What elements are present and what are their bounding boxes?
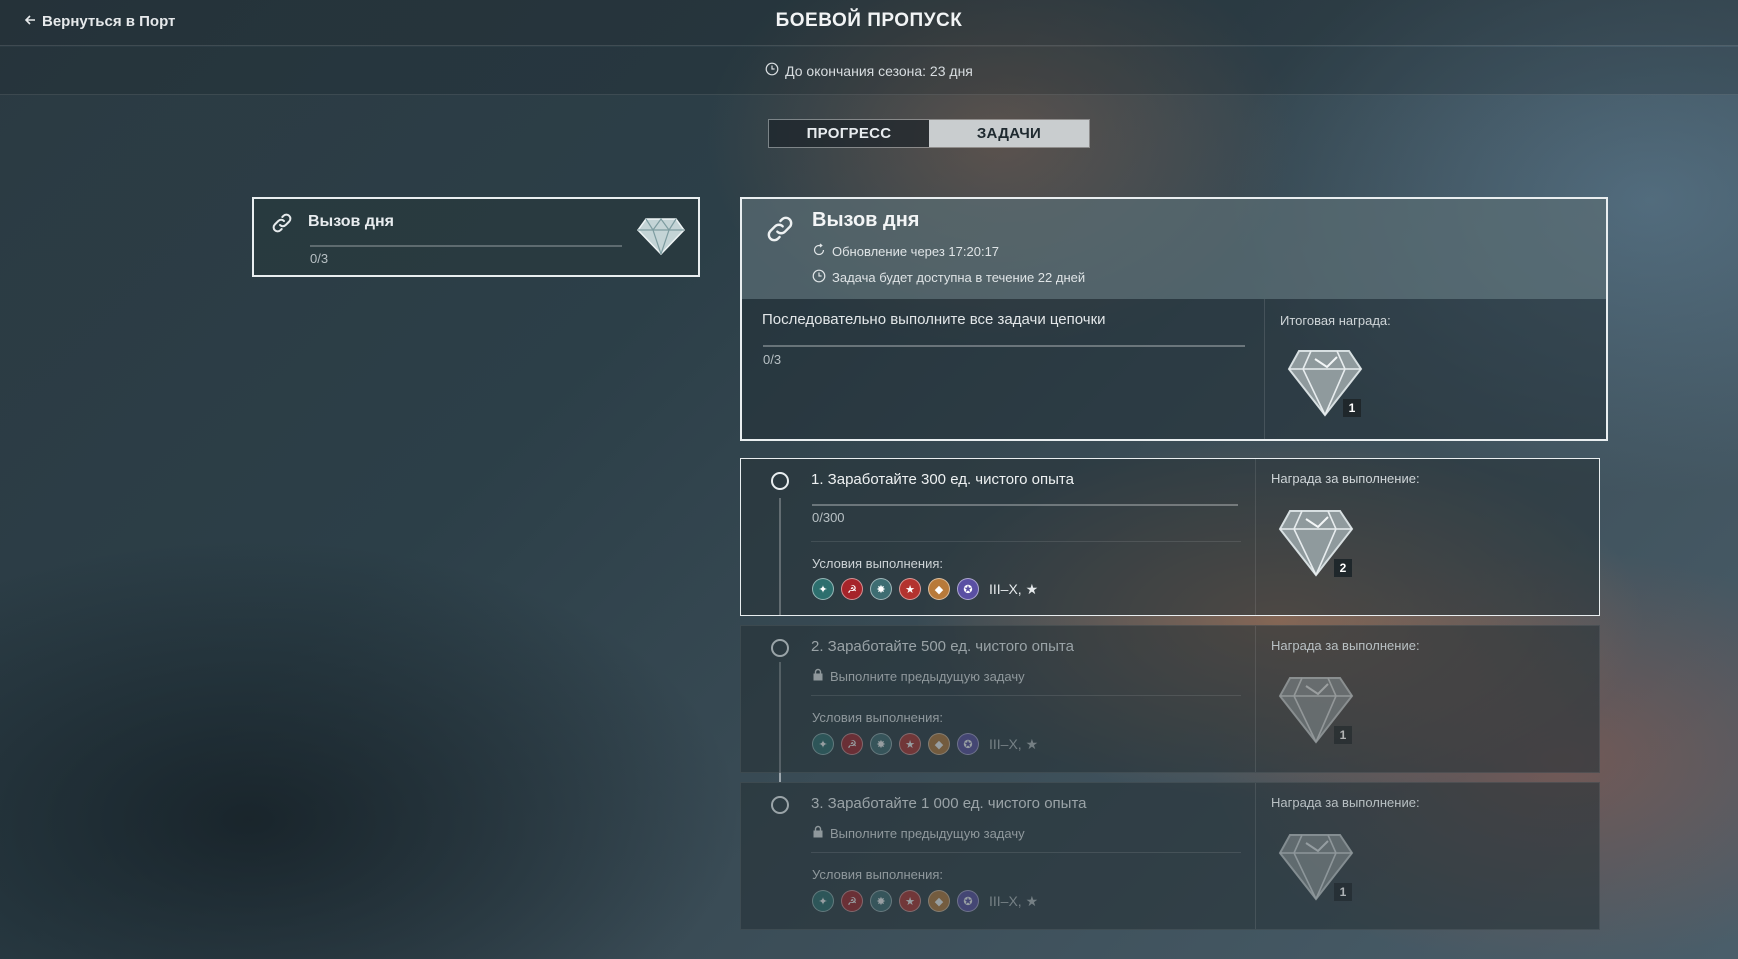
refresh-line: Обновление через 17:20:17 <box>812 243 999 260</box>
task-title: 1. Заработайте 300 ед. чистого опыта <box>811 471 1074 488</box>
lock-text: Выполните предыдущую задачу <box>830 825 1025 841</box>
reward-container-icon[interactable]: 1 <box>1276 831 1356 903</box>
challenge-card-progress-bar <box>310 245 622 247</box>
task-progress-bar <box>812 504 1238 506</box>
season-timer-text: До окончания сезона: 23 дня <box>785 62 973 79</box>
lock-icon <box>812 825 824 841</box>
availability-line: Задача будет доступна в течение 22 дней <box>812 269 1085 286</box>
tab-tasks[interactable]: ЗАДАЧИ <box>929 120 1089 147</box>
nation-usa-icon: ★ <box>899 578 921 600</box>
tier-range: III–X, ★ <box>989 735 1039 752</box>
reward-container-icon[interactable]: 1 <box>1276 674 1356 746</box>
reward-container-icon[interactable]: 1 <box>1285 347 1365 419</box>
tier-range: III–X, ★ <box>989 892 1039 909</box>
chain-link-icon <box>764 213 796 250</box>
task-title: 3. Заработайте 1 000 ед. чистого опыта <box>811 795 1087 812</box>
availability-text: Задача будет доступна в течение 22 дней <box>832 270 1086 285</box>
nation-pan-asia-icon: ✦ <box>812 890 834 912</box>
nation-commonwealth-icon: ✸ <box>870 890 892 912</box>
task-status-circle <box>771 472 789 490</box>
divider <box>811 695 1241 696</box>
diamond-icon <box>636 215 686 262</box>
detail-title: Вызов дня <box>812 209 920 231</box>
nation-europe-icon: ✪ <box>957 733 979 755</box>
objective-progress: 0/3 <box>763 352 782 367</box>
nation-pan-asia-icon: ✦ <box>812 733 834 755</box>
task-title: 2. Заработайте 500 ед. чистого опыта <box>811 638 1074 655</box>
challenge-card-progress: 0/3 <box>310 251 329 266</box>
refresh-icon <box>812 243 826 260</box>
task-status-circle <box>771 796 789 814</box>
task-item[interactable]: 3. Заработайте 1 000 ед. чистого опыта В… <box>740 782 1600 930</box>
task-reward: Награда за выполнение: 2 <box>1255 459 1599 615</box>
reward-count: 1 <box>1343 399 1361 417</box>
lock-icon <box>812 668 824 684</box>
final-reward: Итоговая награда: 1 <box>1264 299 1606 439</box>
tier-range: III–X, ★ <box>989 580 1039 597</box>
task-lock-note: Выполните предыдущую задачу <box>812 668 1025 684</box>
final-reward-label: Итоговая награда: <box>1280 313 1391 328</box>
nation-ussr-icon: ☭ <box>841 733 863 755</box>
chain-link-icon <box>270 211 294 240</box>
task-reward-label: Награда за выполнение: <box>1271 795 1420 810</box>
nation-usa-icon: ★ <box>899 733 921 755</box>
refresh-text: Обновление через 17:20:17 <box>832 244 1000 259</box>
task-reward: Награда за выполнение: 1 <box>1255 783 1599 929</box>
task-status-circle <box>771 639 789 657</box>
clock-icon <box>812 269 826 286</box>
reward-count: 1 <box>1334 883 1352 901</box>
top-bar: Вернуться в Порт БОЕВОЙ ПРОПУСК <box>0 0 1738 46</box>
nation-ussr-icon: ☭ <box>841 578 863 600</box>
clock-icon <box>765 62 779 79</box>
detail-objective: Последовательно выполните все задачи цеп… <box>742 299 1264 439</box>
task-item[interactable]: 2. Заработайте 500 ед. чистого опыта Вып… <box>740 625 1600 773</box>
detail-header: Вызов дня Обновление через 17:20:17 Зада… <box>742 199 1606 299</box>
conditions-label: Условия выполнения: <box>812 710 943 725</box>
task-reward-label: Награда за выполнение: <box>1271 471 1420 486</box>
nation-commonwealth-icon: ✸ <box>870 733 892 755</box>
challenge-detail-panel: Вызов дня Обновление через 17:20:17 Зада… <box>740 197 1608 441</box>
task-lock-note: Выполните предыдущую задачу <box>812 825 1025 841</box>
reward-container-icon[interactable]: 2 <box>1276 507 1356 579</box>
nation-ussr-icon: ☭ <box>841 890 863 912</box>
task-progress: 0/300 <box>812 510 845 525</box>
conditions-icons: ✦ ☭ ✸ ★ ◆ ✪ III–X, ★ <box>812 890 1038 912</box>
objective-description: Последовательно выполните все задачи цеп… <box>762 311 1106 328</box>
task-reward: Награда за выполнение: 1 <box>1255 626 1599 772</box>
task-reward-label: Награда за выполнение: <box>1271 638 1420 653</box>
divider <box>811 541 1241 542</box>
nation-europe-icon: ✪ <box>957 578 979 600</box>
nation-pan-america-icon: ◆ <box>928 733 950 755</box>
task-item[interactable]: 1. Заработайте 300 ед. чистого опыта 0/3… <box>740 458 1600 616</box>
challenge-card[interactable]: Вызов дня 0/3 <box>252 197 700 277</box>
conditions-icons: ✦ ☭ ✸ ★ ◆ ✪ III–X, ★ <box>812 733 1038 755</box>
conditions-label: Условия выполнения: <box>812 867 943 882</box>
conditions-label: Условия выполнения: <box>812 556 943 571</box>
conditions-icons: ✦ ☭ ✸ ★ ◆ ✪ III–X, ★ <box>812 578 1038 600</box>
page-title: БОЕВОЙ ПРОПУСК <box>775 10 963 31</box>
season-timer: До окончания сезона: 23 дня <box>0 47 1738 95</box>
nation-commonwealth-icon: ✸ <box>870 578 892 600</box>
nation-usa-icon: ★ <box>899 890 921 912</box>
nation-pan-america-icon: ◆ <box>928 890 950 912</box>
tab-progress[interactable]: ПРОГРЕСС <box>769 120 929 147</box>
lock-text: Выполните предыдущую задачу <box>830 668 1025 684</box>
tab-bar: ПРОГРЕСС ЗАДАЧИ <box>768 119 1090 148</box>
reward-count: 2 <box>1334 559 1352 577</box>
reward-count: 1 <box>1334 726 1352 744</box>
nation-europe-icon: ✪ <box>957 890 979 912</box>
objective-progress-bar <box>763 345 1245 347</box>
nation-pan-asia-icon: ✦ <box>812 578 834 600</box>
challenge-card-title: Вызов дня <box>308 213 394 230</box>
divider <box>811 852 1241 853</box>
nation-pan-america-icon: ◆ <box>928 578 950 600</box>
